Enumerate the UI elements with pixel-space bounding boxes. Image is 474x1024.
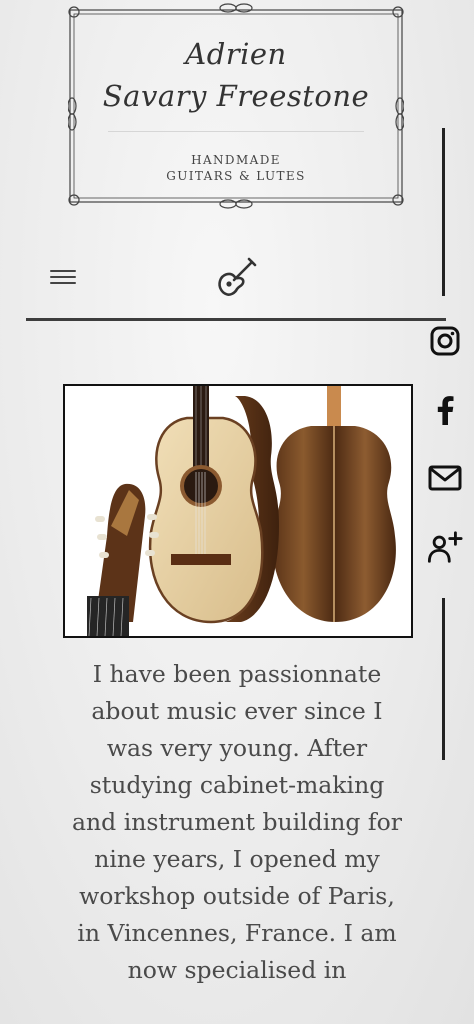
logo[interactable]: Adrien Savary Freestone HANDMADE GUITARS… [68, 2, 404, 210]
guitar-icon[interactable] [214, 254, 260, 300]
guitar-photo [63, 384, 413, 638]
instagram-icon[interactable] [427, 323, 463, 359]
intro-paragraph: I have been passionnate about music ever… [72, 660, 402, 984]
add-user-icon[interactable] [427, 530, 463, 566]
mail-icon[interactable] [427, 460, 463, 496]
nav-divider [26, 318, 446, 321]
logo-tagline-line2: GUITARS & LUTES [166, 169, 306, 183]
social-divider-top [442, 128, 445, 296]
hamburger-menu-icon[interactable] [50, 266, 76, 288]
social-divider-bottom [442, 598, 445, 760]
logo-name-line1: Adrien [185, 37, 287, 71]
facebook-icon[interactable] [427, 392, 463, 428]
logo-divider [108, 131, 364, 132]
logo-name-line2: Savary Freestone [102, 79, 370, 113]
logo-tagline-line1: HANDMADE [191, 153, 281, 167]
